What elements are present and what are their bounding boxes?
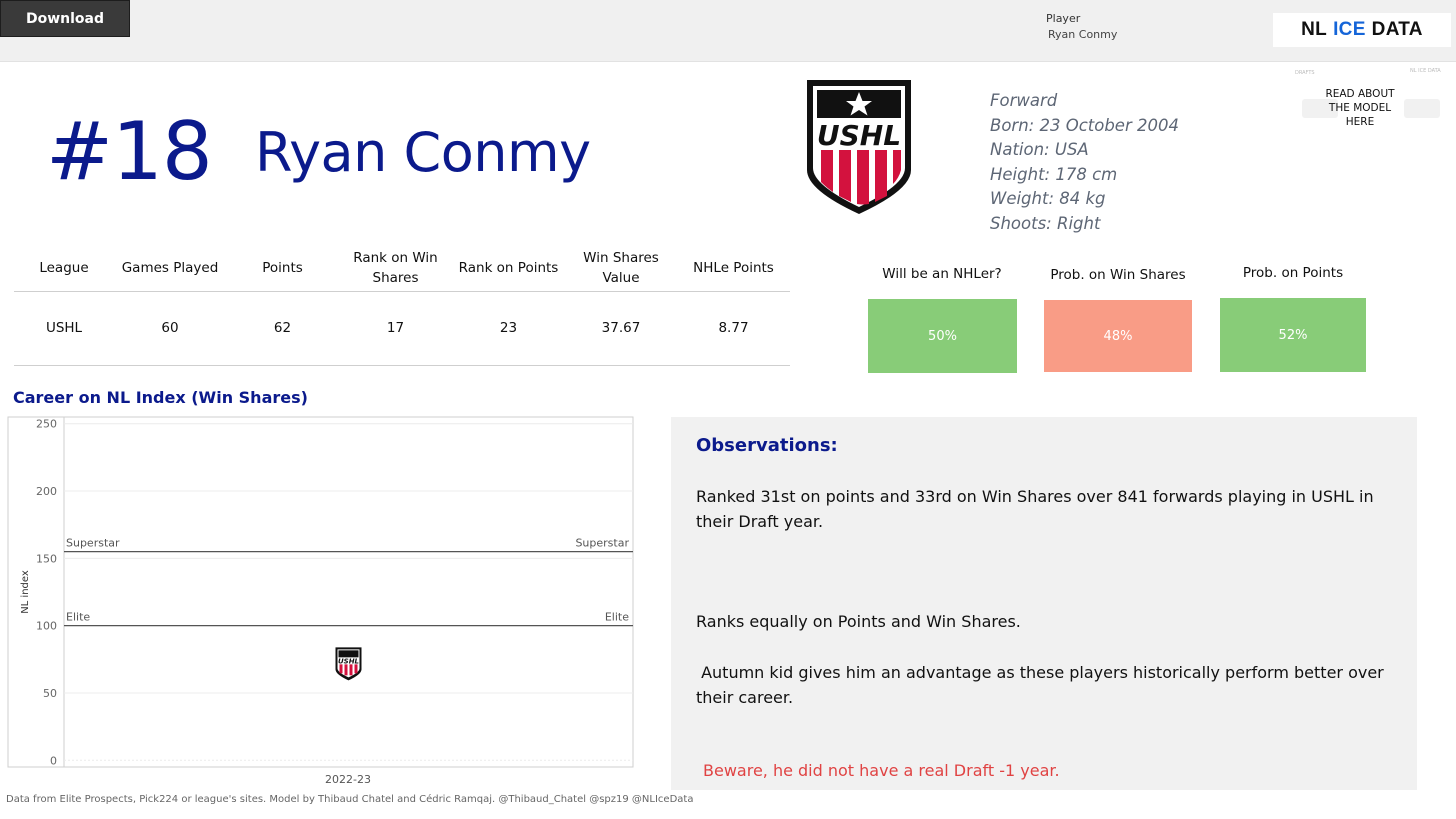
reference-label-left: Elite [66, 611, 90, 624]
prob-ws-box: 48% [1044, 300, 1192, 372]
observations-panel: Observations: Ranked 31st on points and … [671, 417, 1417, 790]
observations-title: Observations: [696, 435, 838, 456]
stats-cell-points: 62 [226, 291, 339, 366]
bio-birthdate: Born: 23 October 2004 [990, 115, 1179, 135]
bio-position: Forward [990, 91, 1058, 110]
stats-header-points: Points [226, 245, 339, 292]
chart-y-axis-label: NL index [20, 570, 31, 614]
table-row: USHL 60 62 17 23 37.67 8.77 [14, 291, 790, 366]
stats-cell-games: 60 [114, 291, 226, 366]
stats-header-rank-points: Rank on Points [452, 245, 565, 292]
stats-cell-rank-ws: 17 [339, 291, 452, 366]
stats-header-row: League Games Played Points Rank on Win S… [14, 245, 790, 292]
observation-text-1: Ranked 31st on points and 33rd on Win Sh… [696, 487, 1374, 531]
reference-label-left: Superstar [66, 537, 120, 550]
chart-x-tick-label: 2022-23 [325, 773, 371, 786]
stats-header-nhle: NHLe Points [677, 245, 790, 292]
footer-credits: Data from Elite Prospects, Pick224 or le… [6, 794, 694, 805]
prob-points-label: Prob. on Points [1242, 265, 1344, 281]
brand-text-nl: NL [1301, 19, 1328, 40]
stats-cell-league: USHL [14, 291, 114, 366]
bio-nation: Nation: USA [990, 140, 1089, 160]
read-about-label: READ ABOUT THE MODEL HERE [1325, 88, 1395, 128]
brand-text-ice: ICE [1333, 19, 1366, 40]
chart-y-tick-label: 200 [36, 485, 57, 498]
player-filter-label: Player [1046, 12, 1081, 25]
read-about-ghost-right [1404, 99, 1440, 118]
stats-header-ws-value: Win Shares Value [565, 245, 677, 292]
chart-y-tick-label: 0 [50, 754, 57, 767]
bio-height: Height: 178 cm [990, 164, 1118, 184]
read-about-tiny-left: DRAFTS [1295, 70, 1315, 76]
stats-cell-nhle: 8.77 [677, 291, 790, 366]
svg-text:USHL: USHL [338, 657, 359, 665]
player-name: Ryan Conmy [255, 121, 591, 184]
prob-nhler-label: Will be an NHLer? [882, 266, 1002, 282]
reference-label-right: Elite [605, 611, 629, 624]
read-about-model-button[interactable]: DRAFTS NL ICE DATA READ ABOUT THE MODEL … [1292, 66, 1452, 146]
stats-table: League Games Played Points Rank on Win S… [14, 245, 790, 366]
prob-nhler-box: 50% [868, 299, 1017, 373]
observation-text-3: Autumn kid gives him an advantage as the… [696, 663, 1389, 707]
career-chart: Superstar Superstar Elite Elite 250 200 150 10… [7, 416, 634, 786]
stats-cell-ws-value: 37.67 [565, 291, 677, 366]
career-chart-title: Career on NL Index (Win Shares) [13, 388, 308, 407]
read-about-tiny-right: NL ICE DATA [1410, 68, 1441, 74]
bio-weight: Weight: 84 kg [990, 189, 1106, 209]
reference-label-right: Superstar [575, 537, 629, 550]
prob-points-box: 52% [1220, 298, 1366, 372]
observation-text-2: Ranks equally on Points and Win Shares. [696, 612, 1021, 631]
player-bio: Forward Born: 23 October 2004 Nation: US… [990, 89, 1179, 237]
stats-header-league: League [14, 245, 114, 292]
stats-header-games: Games Played [114, 245, 226, 292]
brand-logo: NL ICE DATA [1273, 13, 1451, 47]
dashboard: Download Player Ryan Conmy NL ICE DATA #… [0, 0, 1456, 819]
jersey-number: #18 [46, 105, 213, 198]
ushl-logo-text: USHL [817, 119, 901, 152]
observation-warning: Beware, he did not have a real Draft -1 … [703, 761, 1060, 780]
stats-header-rank-ws: Rank on Win Shares [339, 245, 452, 292]
chart-frame [7, 416, 634, 768]
bio-shoots: Shoots: Right [990, 213, 1101, 233]
chart-y-tick-label: 250 [36, 418, 57, 431]
ushl-logo: USHL [807, 80, 911, 214]
brand-text-data: DATA [1371, 19, 1423, 40]
player-filter-dropdown[interactable]: Ryan Conmy [1048, 28, 1117, 41]
stats-cell-rank-points: 23 [452, 291, 565, 366]
download-button[interactable]: Download [0, 0, 130, 37]
chart-y-tick-label: 100 [36, 620, 57, 633]
chart-y-tick-label: 150 [36, 552, 57, 565]
top-toolbar: Download Player Ryan Conmy NL ICE DATA [0, 0, 1456, 62]
chart-y-tick-label: 50 [43, 687, 57, 700]
prob-ws-label: Prob. on Win Shares [1050, 267, 1186, 283]
